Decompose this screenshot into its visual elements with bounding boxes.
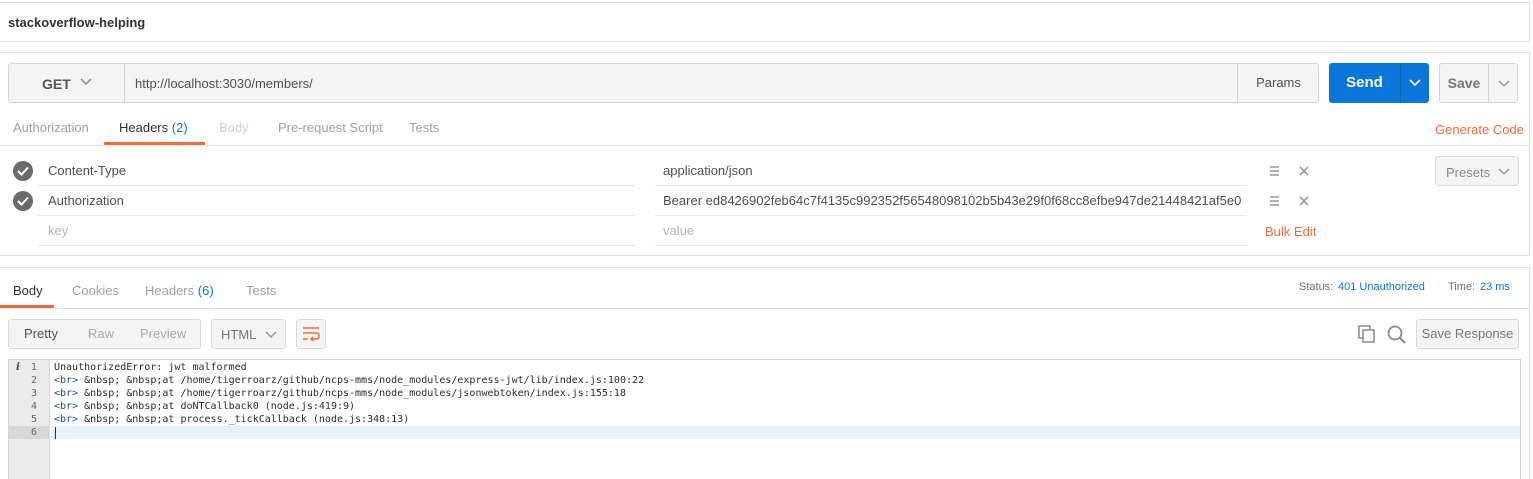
view-raw-button[interactable]: Raw — [88, 320, 114, 348]
code-text: &nbsp; &nbsp;at process._tickCallback (n… — [78, 414, 410, 425]
response-tab-body[interactable]: Body — [13, 283, 43, 298]
divider — [655, 245, 1247, 246]
text-cursor — [55, 427, 56, 439]
tab-headers-count: (2) — [171, 120, 188, 135]
send-dropdown-button[interactable] — [1400, 63, 1429, 103]
close-icon[interactable] — [1299, 166, 1309, 176]
header-key[interactable]: Content-Type — [48, 163, 628, 178]
bulk-edit-link[interactable]: Bulk Edit — [1265, 224, 1316, 239]
url-input[interactable] — [135, 64, 1235, 102]
line-number: 2 — [30, 375, 37, 386]
time-value[interactable]: 23 ms — [1480, 281, 1510, 293]
divider — [655, 185, 1247, 186]
new-header-value-input[interactable]: value — [663, 223, 1243, 238]
wrap-lines-button[interactable] — [296, 319, 326, 349]
method-label: GET — [42, 76, 71, 92]
tab-tests[interactable]: Tests — [409, 120, 439, 135]
tab-headers-label: Headers — [119, 120, 169, 135]
presets-label: Presets — [1446, 165, 1491, 180]
code-text: &nbsp; &nbsp;at /home/tigerroarz/github/… — [78, 375, 645, 386]
chevron-down-icon — [1498, 80, 1510, 88]
url-bar: GET Params — [8, 63, 1319, 103]
checkmark-icon — [17, 166, 29, 176]
header-enabled-checkbox[interactable] — [13, 161, 33, 181]
params-button[interactable]: Params — [1237, 64, 1319, 102]
chevron-down-icon — [1498, 168, 1510, 176]
new-header-key-input[interactable]: key — [48, 223, 628, 238]
save-dropdown-button[interactable] — [1488, 63, 1518, 103]
code-tag: <br> — [54, 414, 79, 425]
close-icon[interactable] — [1299, 196, 1309, 206]
drag-handle-icon[interactable] — [1270, 166, 1280, 176]
line-number: 1 — [30, 362, 37, 373]
collection-title-bar: stackoverflow-helping — [0, 2, 1530, 42]
line-number: 6 — [30, 427, 37, 438]
code-text: &nbsp; &nbsp;at doNTCallback0 (node.js:4… — [78, 401, 356, 412]
response-tab-headers[interactable]: Headers (6) — [145, 283, 214, 298]
response-tab-tests[interactable]: Tests — [246, 283, 276, 298]
view-mode-group: Pretty Raw Preview — [8, 319, 201, 349]
send-button[interactable]: Send — [1329, 63, 1400, 103]
code-text: &nbsp; &nbsp;at /home/tigerroarz/github/… — [78, 388, 626, 399]
response-body-editor[interactable]: i 1 2 3 4 5 6 UnauthorizedError: jwt mal… — [8, 359, 1521, 479]
search-icon[interactable] — [1387, 325, 1407, 345]
divider — [38, 245, 635, 246]
save-response-button[interactable]: Save Response — [1416, 319, 1519, 349]
divider — [38, 215, 635, 216]
presets-dropdown[interactable]: Presets — [1435, 156, 1519, 186]
code-tag: <br> — [54, 388, 79, 399]
tab-headers[interactable]: Headers (2) — [119, 120, 188, 135]
response-tab-headers-label: Headers — [145, 283, 195, 298]
status-label: Status: — [1299, 281, 1334, 293]
method-select[interactable]: GET — [9, 64, 125, 102]
copy-icon[interactable] — [1358, 325, 1376, 343]
checkmark-icon — [17, 196, 29, 206]
divider — [0, 145, 1530, 146]
line-number: 4 — [30, 401, 37, 412]
header-enabled-checkbox[interactable] — [13, 191, 33, 211]
code-line: <br> &nbsp; &nbsp;at /home/tigerroarz/gi… — [54, 374, 644, 387]
code-text: UnauthorizedError: jwt malformed — [54, 362, 247, 373]
tab-prerequest-script[interactable]: Pre-request Script — [278, 120, 383, 135]
divider — [0, 308, 1530, 309]
view-preview-button[interactable]: Preview — [140, 320, 186, 348]
line-number: 5 — [30, 414, 37, 425]
code-tag: <br> — [54, 401, 79, 412]
code-line: UnauthorizedError: jwt malformed — [54, 361, 247, 374]
header-value[interactable]: application/json — [663, 163, 1243, 178]
status-value[interactable]: 401 Unauthorized — [1338, 281, 1425, 293]
header-value[interactable]: Bearer ed8426902feb64c7f4135c992352f5654… — [663, 193, 1241, 208]
code-line: <br> &nbsp; &nbsp;at /home/tigerroarz/gi… — [54, 387, 626, 400]
collection-title: stackoverflow-helping — [8, 15, 146, 30]
response-tab-headers-count: (6) — [197, 283, 214, 298]
line-number: 3 — [30, 388, 37, 399]
chevron-down-icon — [80, 78, 92, 86]
language-select[interactable]: HTML — [211, 319, 286, 349]
tab-body[interactable]: Body — [219, 120, 249, 135]
code-line: <br> &nbsp; &nbsp;at process._tickCallba… — [54, 413, 409, 426]
divider — [655, 215, 1247, 216]
response-tab-cookies[interactable]: Cookies — [72, 283, 119, 298]
active-line-highlight — [51, 426, 1520, 439]
chevron-down-icon — [265, 331, 277, 339]
generate-code-link[interactable]: Generate Code — [1435, 122, 1524, 137]
header-key[interactable]: Authorization — [48, 193, 628, 208]
wrap-lines-icon — [303, 327, 320, 342]
divider — [38, 185, 635, 186]
code-line: <br> &nbsp; &nbsp;at doNTCallback0 (node… — [54, 400, 355, 413]
language-label: HTML — [221, 327, 257, 342]
chevron-down-icon — [1409, 79, 1421, 87]
drag-handle-icon[interactable] — [1270, 196, 1280, 206]
code-tag: <br> — [54, 375, 79, 386]
tab-authorization[interactable]: Authorization — [13, 120, 89, 135]
view-pretty-button[interactable]: Pretty — [24, 320, 58, 348]
save-button[interactable]: Save — [1439, 63, 1489, 103]
time-label: Time: — [1448, 281, 1476, 293]
